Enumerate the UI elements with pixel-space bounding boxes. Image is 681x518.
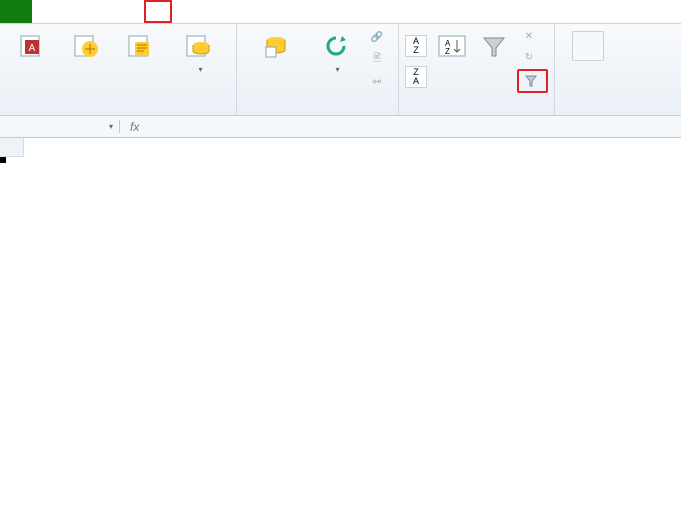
reapply-icon: ↻: [521, 50, 537, 66]
funnel-icon: [478, 30, 510, 62]
tab-insert[interactable]: [60, 0, 88, 23]
connections-button[interactable]: 🔗: [365, 27, 392, 47]
properties-icon: 🖹: [369, 52, 385, 68]
clear-icon: ✕: [521, 29, 537, 45]
clear-button[interactable]: ✕: [517, 27, 548, 47]
existing-connections-button[interactable]: [245, 26, 307, 64]
properties-button[interactable]: 🖹: [365, 50, 392, 70]
refresh-icon: [320, 30, 352, 62]
sources-icon: [183, 30, 215, 62]
from-access-button[interactable]: A: [8, 26, 58, 64]
chevron-down-icon: ▾: [109, 122, 113, 131]
from-web-button[interactable]: [62, 26, 112, 64]
svg-text:Z: Z: [445, 47, 450, 56]
connections-icon: [260, 30, 292, 62]
edit-links-icon: ⚯: [369, 75, 385, 91]
chevron-down-icon: ▾: [335, 65, 339, 74]
ribbon-tabs: [0, 0, 681, 24]
tab-review[interactable]: [172, 0, 200, 23]
sort-asc-button[interactable]: AZ: [405, 35, 427, 57]
link-icon: 🔗: [369, 29, 385, 45]
group-connections: ▾ 🔗 🖹 ⚯: [237, 24, 399, 115]
tab-page-layout[interactable]: [88, 0, 116, 23]
sort-button[interactable]: AZ: [433, 26, 471, 64]
formula-input[interactable]: [149, 125, 681, 129]
tab-formulas[interactable]: [116, 0, 144, 23]
fill-handle[interactable]: [0, 157, 6, 163]
tab-data[interactable]: [144, 0, 172, 23]
from-text-button[interactable]: [116, 26, 166, 64]
chevron-down-icon: ▾: [198, 65, 202, 74]
advanced-button[interactable]: [517, 69, 548, 93]
group-label-get-external-data: [6, 111, 230, 115]
select-all-corner[interactable]: [0, 138, 24, 157]
text-to-columns-button[interactable]: [563, 26, 613, 64]
ribbon: A ▾ ▾: [0, 24, 681, 116]
text-to-columns-icon: [572, 30, 604, 62]
sort-desc-button[interactable]: ZA: [405, 66, 427, 88]
refresh-all-button[interactable]: ▾: [311, 26, 361, 75]
web-icon: [71, 30, 103, 62]
svg-text:A: A: [29, 43, 36, 54]
tab-home[interactable]: [32, 0, 60, 23]
fx-icon[interactable]: fx: [120, 120, 149, 134]
from-other-sources-button[interactable]: ▾: [170, 26, 228, 75]
tab-enterprise[interactable]: [256, 0, 284, 23]
tab-file[interactable]: [0, 0, 32, 23]
group-sort-filter: AZ ZA AZ ✕ ↻: [399, 24, 555, 115]
tab-view[interactable]: [200, 0, 228, 23]
worksheet: [0, 138, 681, 157]
name-box[interactable]: ▾: [24, 120, 120, 133]
text-icon: [125, 30, 157, 62]
reapply-button[interactable]: ↻: [517, 48, 548, 68]
group-get-external-data: A ▾: [0, 24, 237, 115]
filter-button[interactable]: [475, 26, 513, 64]
group-label-connections: [243, 111, 392, 115]
sort-icon: AZ: [436, 30, 468, 62]
access-icon: A: [17, 30, 49, 62]
edit-links-button[interactable]: ⚯: [365, 73, 392, 93]
tab-kutools[interactable]: [228, 0, 256, 23]
formula-bar: ▾ fx: [0, 116, 681, 138]
group-data-tools: [555, 24, 621, 115]
group-label-sort-filter: [405, 111, 548, 115]
advanced-icon: [523, 73, 539, 89]
